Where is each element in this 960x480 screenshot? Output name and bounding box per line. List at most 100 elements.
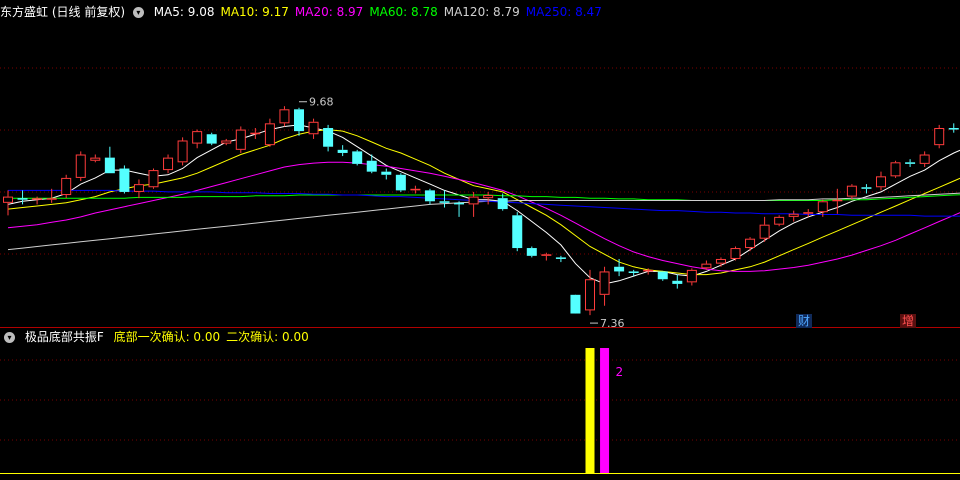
candle-body <box>701 263 712 269</box>
finance-badge[interactable]: 财 <box>796 314 813 328</box>
candle-body <box>614 266 625 272</box>
candle-body <box>308 121 319 135</box>
candle-39 <box>570 294 581 314</box>
grid-lines <box>0 67 960 474</box>
candle-body <box>32 198 43 200</box>
candle-body <box>628 271 639 273</box>
candle-body <box>890 162 901 177</box>
candle-body <box>905 162 916 164</box>
indicator-bars: 2 <box>585 348 623 473</box>
stock-name: 东方盛虹 <box>0 5 49 19</box>
candle-body <box>264 123 275 146</box>
candle-32 <box>468 191 479 217</box>
ma-label-3: MA60: 8.78 <box>369 5 438 19</box>
candle-body <box>497 198 508 210</box>
candle-body <box>570 294 581 314</box>
candle-body <box>555 257 566 259</box>
candle-body <box>294 109 304 132</box>
candle-body <box>541 254 552 256</box>
candle-23 <box>337 145 348 157</box>
candle-body <box>774 216 785 225</box>
candle-body <box>817 201 828 213</box>
increase-badge[interactable]: 增 <box>900 314 917 328</box>
candle-3 <box>46 188 57 203</box>
candle-body <box>206 134 217 144</box>
candle-13 <box>192 129 203 149</box>
indicator-title: 极品底部共振F <box>24 330 104 344</box>
candle-body <box>352 151 363 164</box>
indicator-values: 底部一次确认: 0.00 二次确认: 0.00 <box>114 330 315 344</box>
candle-65 <box>948 123 959 133</box>
candle-body <box>803 212 814 214</box>
candle-body <box>119 168 130 192</box>
candle-50 <box>730 246 741 261</box>
candle-63 <box>919 151 930 167</box>
candle-body <box>846 185 857 197</box>
candle-body <box>832 199 843 202</box>
candle-35 <box>512 212 523 252</box>
candle-body <box>90 157 101 161</box>
candle-31 <box>454 201 465 217</box>
candle-36 <box>526 246 537 258</box>
candle-14 <box>206 132 217 146</box>
candle-42 <box>614 258 625 277</box>
ma-labels: MA5: 9.08 MA10: 9.17 MA20: 8.97 MA60: 8.78 M… <box>154 5 608 19</box>
candle-body <box>643 269 654 272</box>
candle-37 <box>541 252 552 261</box>
candle-27 <box>395 173 406 192</box>
candle-4 <box>61 174 72 199</box>
indicator-chevron-icon[interactable]: ▾ <box>4 332 15 343</box>
candle-body <box>526 248 537 256</box>
candle-body <box>104 157 115 174</box>
ma-label-4: MA120: 8.79 <box>443 5 520 19</box>
stock-chart[interactable]: 9.68 7.36 2 <box>0 0 960 480</box>
candle-10 <box>148 168 159 189</box>
candle-body <box>163 157 174 171</box>
candle-20 <box>294 107 304 136</box>
candle-body <box>715 258 726 264</box>
candle-57 <box>832 188 843 214</box>
candle-body <box>483 195 494 199</box>
candle-62 <box>905 159 916 167</box>
candle-21 <box>308 118 319 139</box>
candle-body <box>148 170 159 188</box>
candle-body <box>61 177 72 196</box>
ma-line-ma10 <box>7 129 960 276</box>
candle-25 <box>366 154 377 174</box>
candle-6 <box>90 154 101 163</box>
candle-body <box>46 198 57 200</box>
candle-body <box>599 271 610 295</box>
period-label: (日线 前复权) <box>51 5 126 19</box>
candle-body <box>672 280 683 284</box>
candle-body <box>424 190 435 202</box>
candle-body <box>381 171 392 175</box>
candle-9 <box>133 179 144 199</box>
candle-53 <box>774 215 785 227</box>
candle-body <box>745 238 756 249</box>
candle-8 <box>119 165 130 194</box>
ma-label-2: MA20: 8.97 <box>294 5 364 19</box>
candle-body <box>75 154 86 178</box>
candle-body <box>759 224 770 239</box>
candle-body <box>337 149 348 153</box>
candle-body <box>788 213 799 217</box>
candle-body <box>177 140 188 163</box>
candle-body <box>512 215 523 249</box>
candle-body <box>686 269 697 283</box>
candle-0 <box>3 190 13 216</box>
settings-chevron-icon[interactable]: ▾ <box>132 7 144 18</box>
candle-26 <box>381 168 392 180</box>
candle-body <box>3 196 13 203</box>
indicator-bar-1 <box>600 348 610 473</box>
candle-59 <box>861 184 872 194</box>
indicator-value-0: 底部一次确认: 0.00 <box>113 330 221 344</box>
ma-label-0: MA5: 9.08 <box>153 5 215 19</box>
candle-body <box>323 128 334 147</box>
candle-body <box>585 279 595 311</box>
candle-body <box>934 128 945 146</box>
candle-22 <box>323 124 334 152</box>
candle-54 <box>788 210 799 222</box>
ma-label-1: MA10: 9.17 <box>220 5 289 19</box>
annotation-label-0: 9.68 <box>309 96 334 109</box>
candle-51 <box>745 237 756 252</box>
